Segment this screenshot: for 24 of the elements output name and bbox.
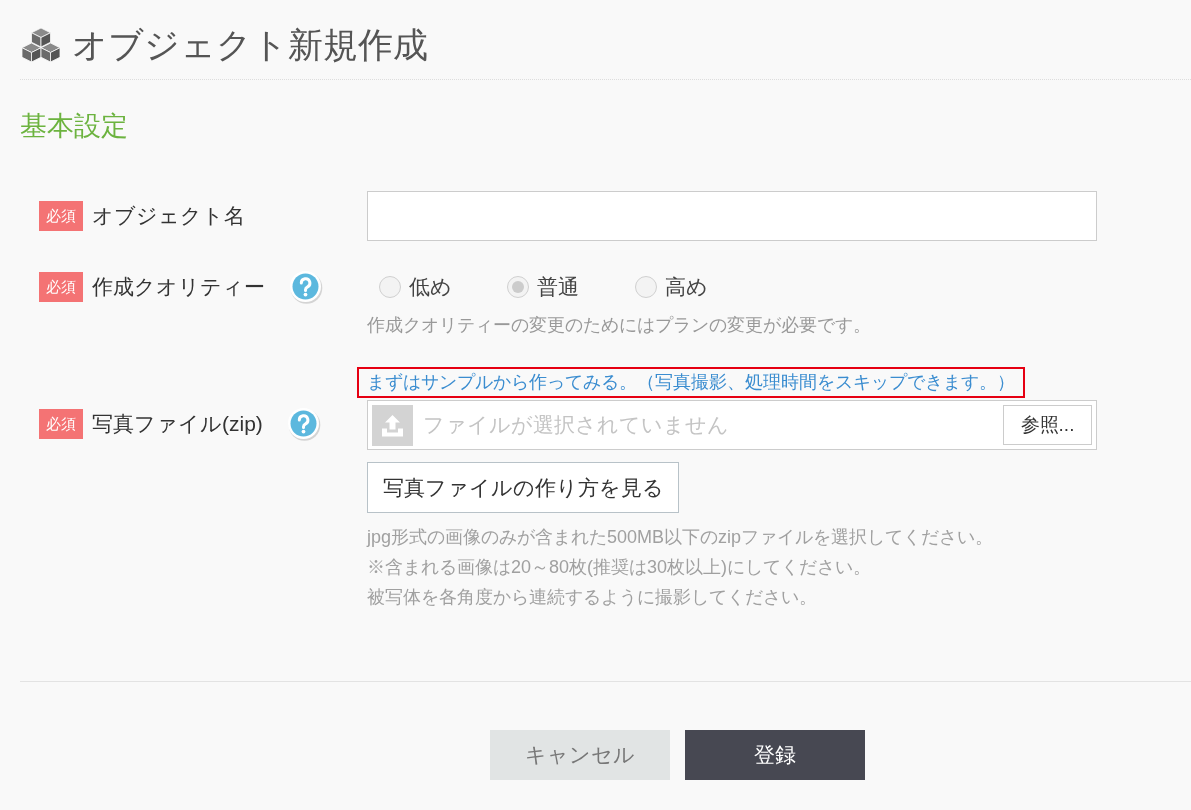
radio-label: 普通 — [537, 274, 579, 301]
field-label: 写真ファイル(zip) — [92, 411, 263, 438]
hint-text: 被写体を各角度から連続するように撮影してください。 — [367, 586, 817, 609]
section-title: 基本設定 — [20, 110, 128, 142]
hint-text: jpg形式の画像のみが含まれた500MB以下のzipファイルを選択してください。 — [367, 526, 994, 549]
hint-text: 作成クオリティーの変更のためにはプランの変更が必要です。 — [367, 314, 871, 336]
guide-button[interactable]: 写真ファイルの作り方を見る — [367, 462, 679, 513]
help-icon[interactable] — [286, 407, 321, 441]
upload-icon — [372, 404, 413, 446]
required-badge: 必須 — [39, 409, 83, 439]
hint-text: ※含まれる画像は20～80枚(推奨は30枚以上)にしてください。 — [367, 556, 872, 579]
field-label: オブジェクト名 — [92, 203, 245, 230]
radio-label: 低め — [409, 274, 452, 301]
required-badge: 必須 — [39, 272, 83, 302]
file-field[interactable]: ファイルが選択されていません 参照... — [367, 400, 1097, 450]
required-badge: 必須 — [39, 201, 83, 231]
text-input-field[interactable] — [367, 191, 1097, 241]
cubes-icon — [22, 27, 60, 62]
radio-label: 高め — [665, 274, 708, 301]
submit-button[interactable]: 登録 — [685, 730, 865, 780]
page-title: オブジェクト新規作成 — [72, 27, 428, 62]
cancel-button[interactable]: キャンセル — [490, 730, 670, 780]
browse-button[interactable]: 参照... — [1003, 405, 1092, 445]
field-label: 作成クオリティー — [92, 274, 265, 301]
